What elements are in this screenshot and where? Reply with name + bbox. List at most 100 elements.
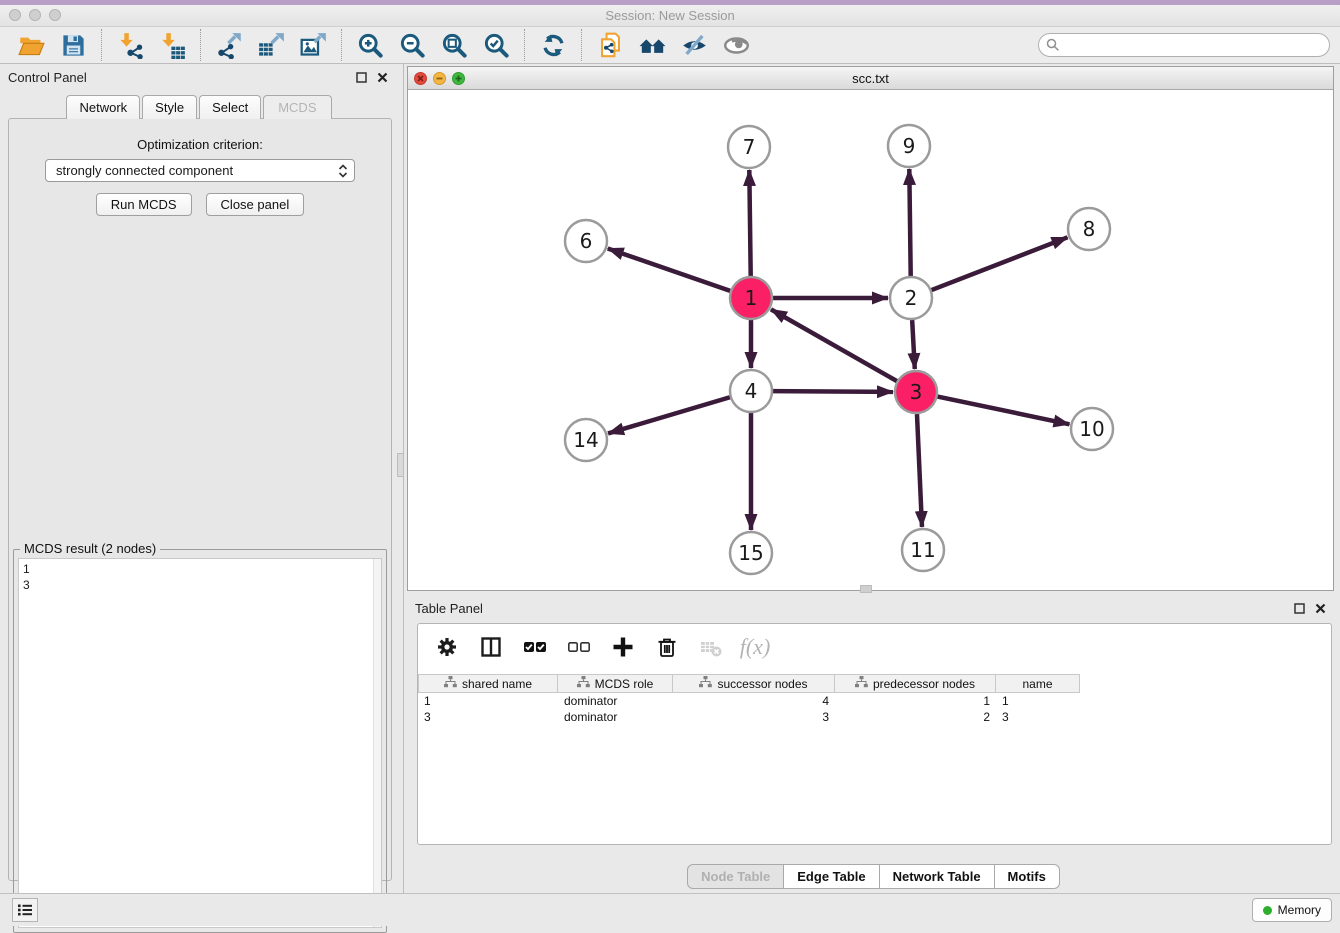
node-8[interactable]: 8: [1068, 208, 1110, 250]
column-header-name[interactable]: name: [996, 674, 1080, 693]
delete-column-icon[interactable]: [654, 634, 680, 660]
home-icon[interactable]: [637, 30, 667, 60]
cell[interactable]: 1: [835, 693, 996, 709]
tab-select[interactable]: Select: [199, 95, 261, 119]
export-table-icon[interactable]: [256, 30, 286, 60]
toolbar-separator: [200, 29, 201, 61]
window-titlebar: Session: New Session: [0, 5, 1340, 27]
network-window-titlebar[interactable]: scc.txt: [408, 67, 1333, 90]
run-mcds-button[interactable]: Run MCDS: [96, 193, 192, 216]
show-all-icon[interactable]: [721, 30, 751, 60]
save-session-icon[interactable]: [58, 30, 88, 60]
control-panel: Control Panel NetworkStyleSelectMCDS Opt…: [0, 64, 400, 893]
export-network-icon[interactable]: [214, 30, 244, 60]
node-1[interactable]: 1: [730, 277, 772, 319]
edge-2-3[interactable]: [912, 320, 915, 369]
cell[interactable]: dominator: [558, 693, 673, 709]
horizontal-splitter-grip[interactable]: [860, 585, 872, 593]
result-scrollbar[interactable]: [373, 559, 381, 927]
column-header-predecessor-nodes[interactable]: predecessor nodes: [835, 674, 996, 693]
duplicate-network-icon[interactable]: [595, 30, 625, 60]
tab-network[interactable]: Network: [66, 95, 140, 119]
node-label-14: 14: [573, 428, 598, 452]
open-session-icon[interactable]: [16, 30, 46, 60]
node-14[interactable]: 14: [565, 419, 607, 461]
edge-1-6[interactable]: [608, 249, 730, 291]
column-header-successor-nodes[interactable]: successor nodes: [673, 674, 835, 693]
node-4[interactable]: 4: [730, 370, 772, 412]
float-panel-icon[interactable]: [356, 72, 367, 83]
cell[interactable]: 3: [418, 709, 558, 725]
table-panel: Table Panel f(x) shared nameMCDS rolesuc…: [407, 595, 1340, 893]
vertical-splitter-grip[interactable]: [397, 453, 404, 477]
settings-icon[interactable]: [434, 634, 460, 660]
tab-node-table[interactable]: Node Table: [687, 864, 784, 889]
cell[interactable]: dominator: [558, 709, 673, 725]
import-network-icon[interactable]: [115, 30, 145, 60]
edge-2-9[interactable]: [909, 169, 910, 276]
edge-4-14[interactable]: [608, 397, 730, 433]
cell[interactable]: 4: [673, 693, 835, 709]
close-panel-button[interactable]: Close panel: [206, 193, 305, 216]
network-close-button[interactable]: [414, 72, 427, 85]
hide-selected-icon[interactable]: [679, 30, 709, 60]
zoom-selected-icon[interactable]: [481, 30, 511, 60]
select-all-icon[interactable]: [522, 634, 548, 660]
close-panel-icon[interactable]: [377, 72, 388, 83]
search-input[interactable]: [1038, 33, 1330, 57]
node-label-1: 1: [745, 286, 758, 310]
tab-style[interactable]: Style: [142, 95, 197, 119]
node-6[interactable]: 6: [565, 220, 607, 262]
cell[interactable]: 3: [996, 709, 1080, 725]
close-window-button[interactable]: [9, 9, 21, 21]
tab-edge-table[interactable]: Edge Table: [784, 864, 879, 889]
cell[interactable]: 1: [996, 693, 1080, 709]
zoom-out-icon[interactable]: [397, 30, 427, 60]
memory-button[interactable]: Memory: [1252, 898, 1332, 922]
deselect-all-icon[interactable]: [566, 634, 592, 660]
task-history-button[interactable]: [12, 898, 38, 922]
refresh-icon[interactable]: [538, 30, 568, 60]
cell[interactable]: 2: [835, 709, 996, 725]
export-image-icon[interactable]: [298, 30, 328, 60]
create-column-icon[interactable]: [610, 634, 636, 660]
edge-3-1[interactable]: [771, 309, 897, 381]
node-7[interactable]: 7: [728, 126, 770, 168]
node-2[interactable]: 2: [890, 277, 932, 319]
node-label-15: 15: [738, 541, 763, 565]
network-minimize-button[interactable]: [433, 72, 446, 85]
mcds-result-text[interactable]: 1 3: [18, 558, 382, 928]
tab-mcds[interactable]: MCDS: [263, 95, 331, 119]
edge-1-7[interactable]: [749, 170, 750, 276]
table-row[interactable]: 1dominator411: [418, 693, 1331, 709]
node-10[interactable]: 10: [1071, 408, 1113, 450]
zoom-in-icon[interactable]: [355, 30, 385, 60]
column-header-shared-name[interactable]: shared name: [418, 674, 558, 693]
tab-network-table[interactable]: Network Table: [880, 864, 995, 889]
node-11[interactable]: 11: [902, 529, 944, 571]
cell[interactable]: 3: [673, 709, 835, 725]
node-3[interactable]: 3: [895, 371, 937, 413]
node-9[interactable]: 9: [888, 125, 930, 167]
cell[interactable]: 1: [418, 693, 558, 709]
edge-2-8[interactable]: [932, 237, 1068, 290]
edge-3-10[interactable]: [938, 397, 1070, 425]
show-columns-icon[interactable]: [478, 634, 504, 660]
network-graph-canvas[interactable]: 1 2 3 4 6 7 8 9 10 11 14 15: [408, 90, 1333, 590]
import-table-icon[interactable]: [157, 30, 187, 60]
minimize-window-button[interactable]: [29, 9, 41, 21]
edge-4-3[interactable]: [773, 391, 893, 392]
node-label-7: 7: [743, 135, 756, 159]
network-zoom-button[interactable]: [452, 72, 465, 85]
column-header-MCDS-role[interactable]: MCDS role: [558, 674, 673, 693]
zoom-window-button[interactable]: [49, 9, 61, 21]
table-row[interactable]: 3dominator323: [418, 709, 1331, 725]
node-label-11: 11: [910, 538, 935, 562]
zoom-fit-icon[interactable]: [439, 30, 469, 60]
tab-motifs[interactable]: Motifs: [995, 864, 1060, 889]
node-15[interactable]: 15: [730, 532, 772, 574]
edge-3-11[interactable]: [917, 414, 922, 527]
optimization-criterion-select[interactable]: strongly connected component: [45, 159, 355, 182]
close-table-panel-icon[interactable]: [1315, 603, 1326, 614]
float-table-panel-icon[interactable]: [1294, 603, 1305, 614]
